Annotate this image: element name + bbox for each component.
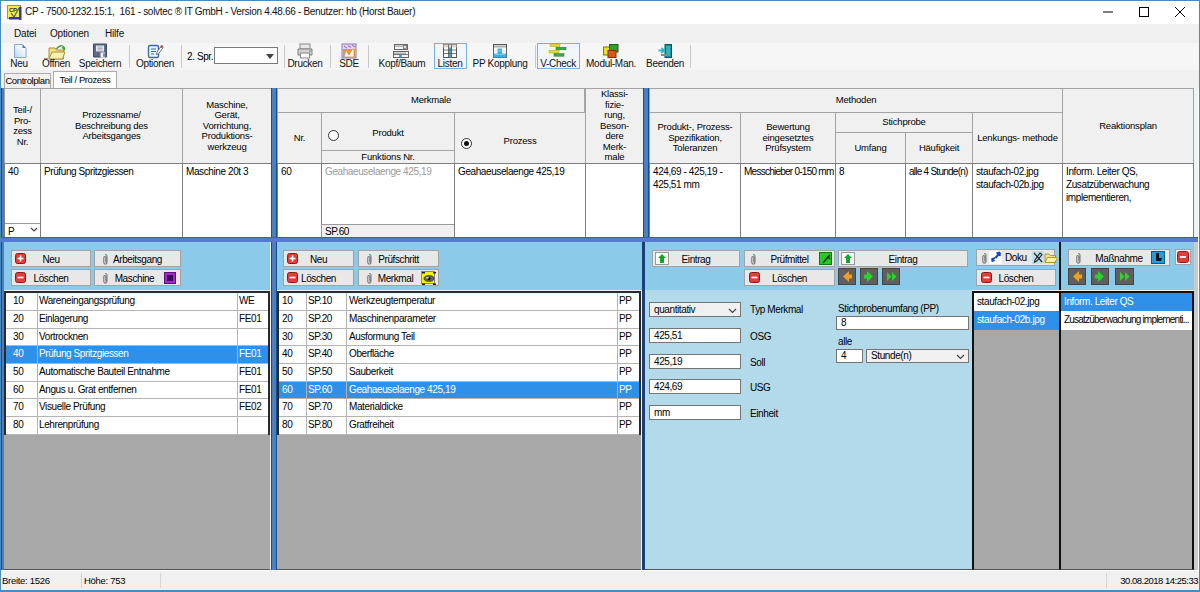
svg-text:CP: CP [9,7,17,13]
